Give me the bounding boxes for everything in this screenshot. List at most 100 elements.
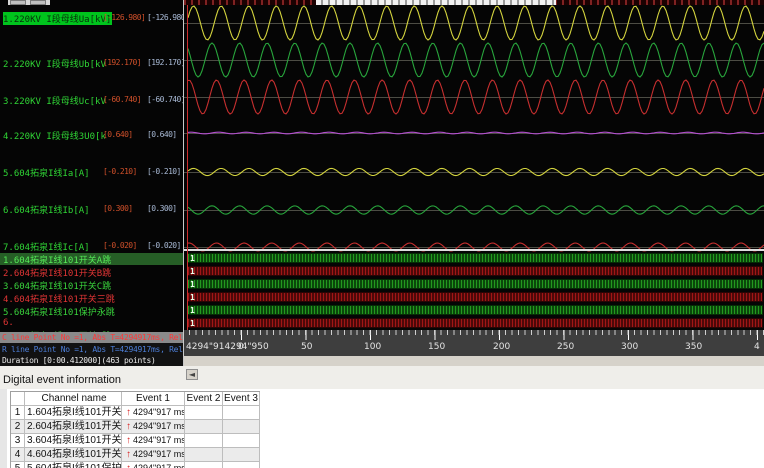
cursor-line[interactable] — [187, 5, 188, 330]
tick-label: 200 — [493, 342, 511, 352]
digital-channel-bar-3: 1 — [187, 279, 763, 289]
channel-value-2: [0.300] — [147, 204, 177, 213]
analog-digital-divider — [184, 249, 764, 251]
digital-channel-bar-5: 1 — [187, 305, 763, 315]
channel-value-2: [192.170] — [147, 58, 183, 67]
tick-label: 0 — [238, 342, 244, 352]
event-2-cell — [185, 462, 223, 468]
event-table-header: Channel name Event 1 Event 2 Event 3 — [11, 392, 260, 406]
row-number: 4 — [11, 448, 25, 461]
digital-state: 1 — [190, 306, 195, 315]
table-row[interactable]: 5 5.604拓泉I线101保护永跳 ↑4294"917 ms — [11, 462, 260, 468]
channel-value-1: [0.640] — [103, 130, 133, 139]
tick-label: 350 — [685, 342, 703, 352]
digital-channel-bar-1: 1 — [187, 253, 763, 263]
c-line-status: C line Point No =1, Abs T=4294917ms, Rel… — [0, 332, 183, 343]
event-2-cell — [185, 406, 223, 419]
mini-toolbar — [8, 0, 50, 5]
channel-label: 3.220KV I段母线Uc[kV] — [3, 97, 105, 107]
channel-value-2: [-60.740] — [147, 95, 183, 104]
analog-channel-row-5[interactable]: 5.604拓泉I线Ia[A] [-0.210] [-0.210] — [0, 166, 183, 179]
channel-label: 4.220KV I段母线3U0[kV] — [3, 132, 105, 142]
digital-channel-bar-6: 1 — [187, 318, 763, 328]
digital-channel-row-2[interactable]: 2.604拓泉I线101开关B跳 — [0, 266, 183, 278]
channel-value-2: [-0.210] — [147, 167, 181, 176]
toolbar-button-2[interactable] — [30, 0, 46, 5]
channel-label: 7.604拓泉I线Ic[A] — [3, 243, 90, 253]
event-1-cell: ↑4294"917 ms — [122, 462, 185, 468]
analog-channel-row-2[interactable]: 2.220KV I段母线Ub[kV] [192.170] [192.170] — [0, 57, 183, 70]
analog-channel-row-3[interactable]: 3.220KV I段母线Uc[kV] [-60.740] [-60.740] — [0, 94, 183, 107]
event-1-cell: ↑4294"917 ms — [122, 420, 185, 433]
digital-state: 1 — [190, 267, 195, 276]
row-number: 2 — [11, 420, 25, 433]
event-3-cell — [223, 406, 260, 419]
table-row[interactable]: 3 3.604拓泉I线101开关C跳 ↑4294"917 ms — [11, 434, 260, 448]
channel-label: 1.220KV I段母线Ua[kV] — [3, 12, 112, 25]
tick-label: 100 — [364, 342, 382, 352]
header-event-1: Event 1 — [122, 392, 185, 405]
header-event-3: Event 3 — [223, 392, 260, 405]
event-1-cell: ↑4294"917 ms — [122, 406, 185, 419]
event-3-cell — [223, 420, 260, 433]
status-panel: C line Point No =1, Abs T=4294917ms, Rel… — [0, 332, 183, 366]
ruler-ticks — [184, 330, 764, 340]
digital-channel-row-4[interactable]: 4.604拓泉I线101开关三跳 — [0, 292, 183, 304]
event-2-cell — [185, 420, 223, 433]
table-left-margin — [0, 389, 7, 468]
event-channel-name: 5.604拓泉I线101保护永跳 — [25, 462, 122, 468]
time-ruler[interactable]: 4294"914294"950 0 50 100 150 200 250 300… — [184, 330, 764, 356]
table-row[interactable]: 2 2.604拓泉I线101开关B跳 ↑4294"917 ms — [11, 420, 260, 434]
analog-channel-row-1[interactable]: 1.220KV I段母线Ua[kV] [-126.980] [-126.980] — [0, 12, 183, 25]
digital-state: 1 — [190, 319, 195, 328]
digital-channel-bar-4: 1 — [187, 292, 763, 302]
analog-channel-row-4[interactable]: 4.220KV I段母线3U0[kV] [0.640] [0.640] — [0, 129, 183, 142]
table-row[interactable]: 4 4.604拓泉I线101开关三跳 ↑4294"917 ms — [11, 448, 260, 462]
event-channel-name: 4.604拓泉I线101开关三跳 — [27, 448, 122, 461]
channel-value-1: [-0.210] — [103, 167, 137, 176]
event-up-arrow-icon: ↑ — [126, 435, 131, 446]
event-channel-name: 2.604拓泉I线101开关B跳 — [27, 420, 122, 433]
row-number: 5 — [11, 462, 25, 468]
r-line-status: R line Point No =1, Abs T=4294917ms, Rel… — [2, 345, 183, 354]
scroll-left-button[interactable]: ◄ — [186, 369, 198, 380]
channel-value-1: [-60.740] — [103, 95, 142, 104]
duration-status: Duration [0:00.412000](463 points) — [2, 356, 156, 365]
digital-channel-bar-2: 1 — [187, 266, 763, 276]
digital-channel-row-5[interactable]: 5.604拓泉I线101保护永跳 — [0, 305, 183, 317]
event-2-cell — [185, 448, 223, 461]
event-section-title: Digital event information — [3, 374, 122, 386]
event-time: 4294"917 ms — [133, 435, 185, 445]
digital-channel-row-3[interactable]: 3.604拓泉I线101开关C跳 — [0, 279, 183, 291]
left-arrow-icon: ◄ — [188, 370, 196, 379]
header-channel-name: Channel name — [25, 392, 122, 405]
channel-value-2: [-126.980] — [147, 13, 183, 22]
event-time: 4294"917 ms — [133, 463, 185, 468]
row-number: 1 — [11, 406, 25, 419]
tick-label: 4 — [754, 342, 760, 352]
table-row[interactable]: 1 1.604拓泉I线101开关A跳 ↑4294"917 ms — [11, 406, 260, 420]
tick-label: 50 — [301, 342, 313, 352]
digital-state: 1 — [190, 293, 195, 302]
event-channel-name: 3.604拓泉I线101开关C跳 — [27, 434, 122, 447]
analog-channel-row-7[interactable]: 7.604拓泉I线Ic[A] [-0.020] [-0.020] — [0, 240, 183, 253]
channel-label: 5.604拓泉I线Ia[A] — [3, 169, 90, 179]
tick-label: 4294"914294"950 — [186, 342, 269, 352]
channel-label: 2.220KV I段母线Ub[kV] — [3, 60, 105, 70]
tick-label: 300 — [621, 342, 639, 352]
event-up-arrow-icon: ↑ — [126, 421, 131, 432]
digital-channel-row-1[interactable]: 1.604拓泉I线101开关A跳 — [0, 253, 183, 265]
header-row-number — [11, 392, 25, 405]
event-2-cell — [185, 434, 223, 447]
event-up-arrow-icon: ↑ — [126, 462, 131, 468]
event-1-cell: ↑4294"917 ms — [122, 434, 185, 447]
analog-channel-row-6[interactable]: 6.604拓泉I线Ib[A] [0.300] [0.300] — [0, 203, 183, 216]
tick-label: 250 — [557, 342, 575, 352]
event-3-cell — [223, 434, 260, 447]
toolbar-button-1[interactable] — [10, 0, 26, 5]
channel-value-1: [192.170] — [103, 58, 142, 67]
channel-value-1: [0.300] — [103, 204, 133, 213]
event-up-arrow-icon: ↑ — [126, 449, 131, 460]
tick-label: 150 — [428, 342, 446, 352]
channel-value-2: [-0.020] — [147, 241, 181, 250]
